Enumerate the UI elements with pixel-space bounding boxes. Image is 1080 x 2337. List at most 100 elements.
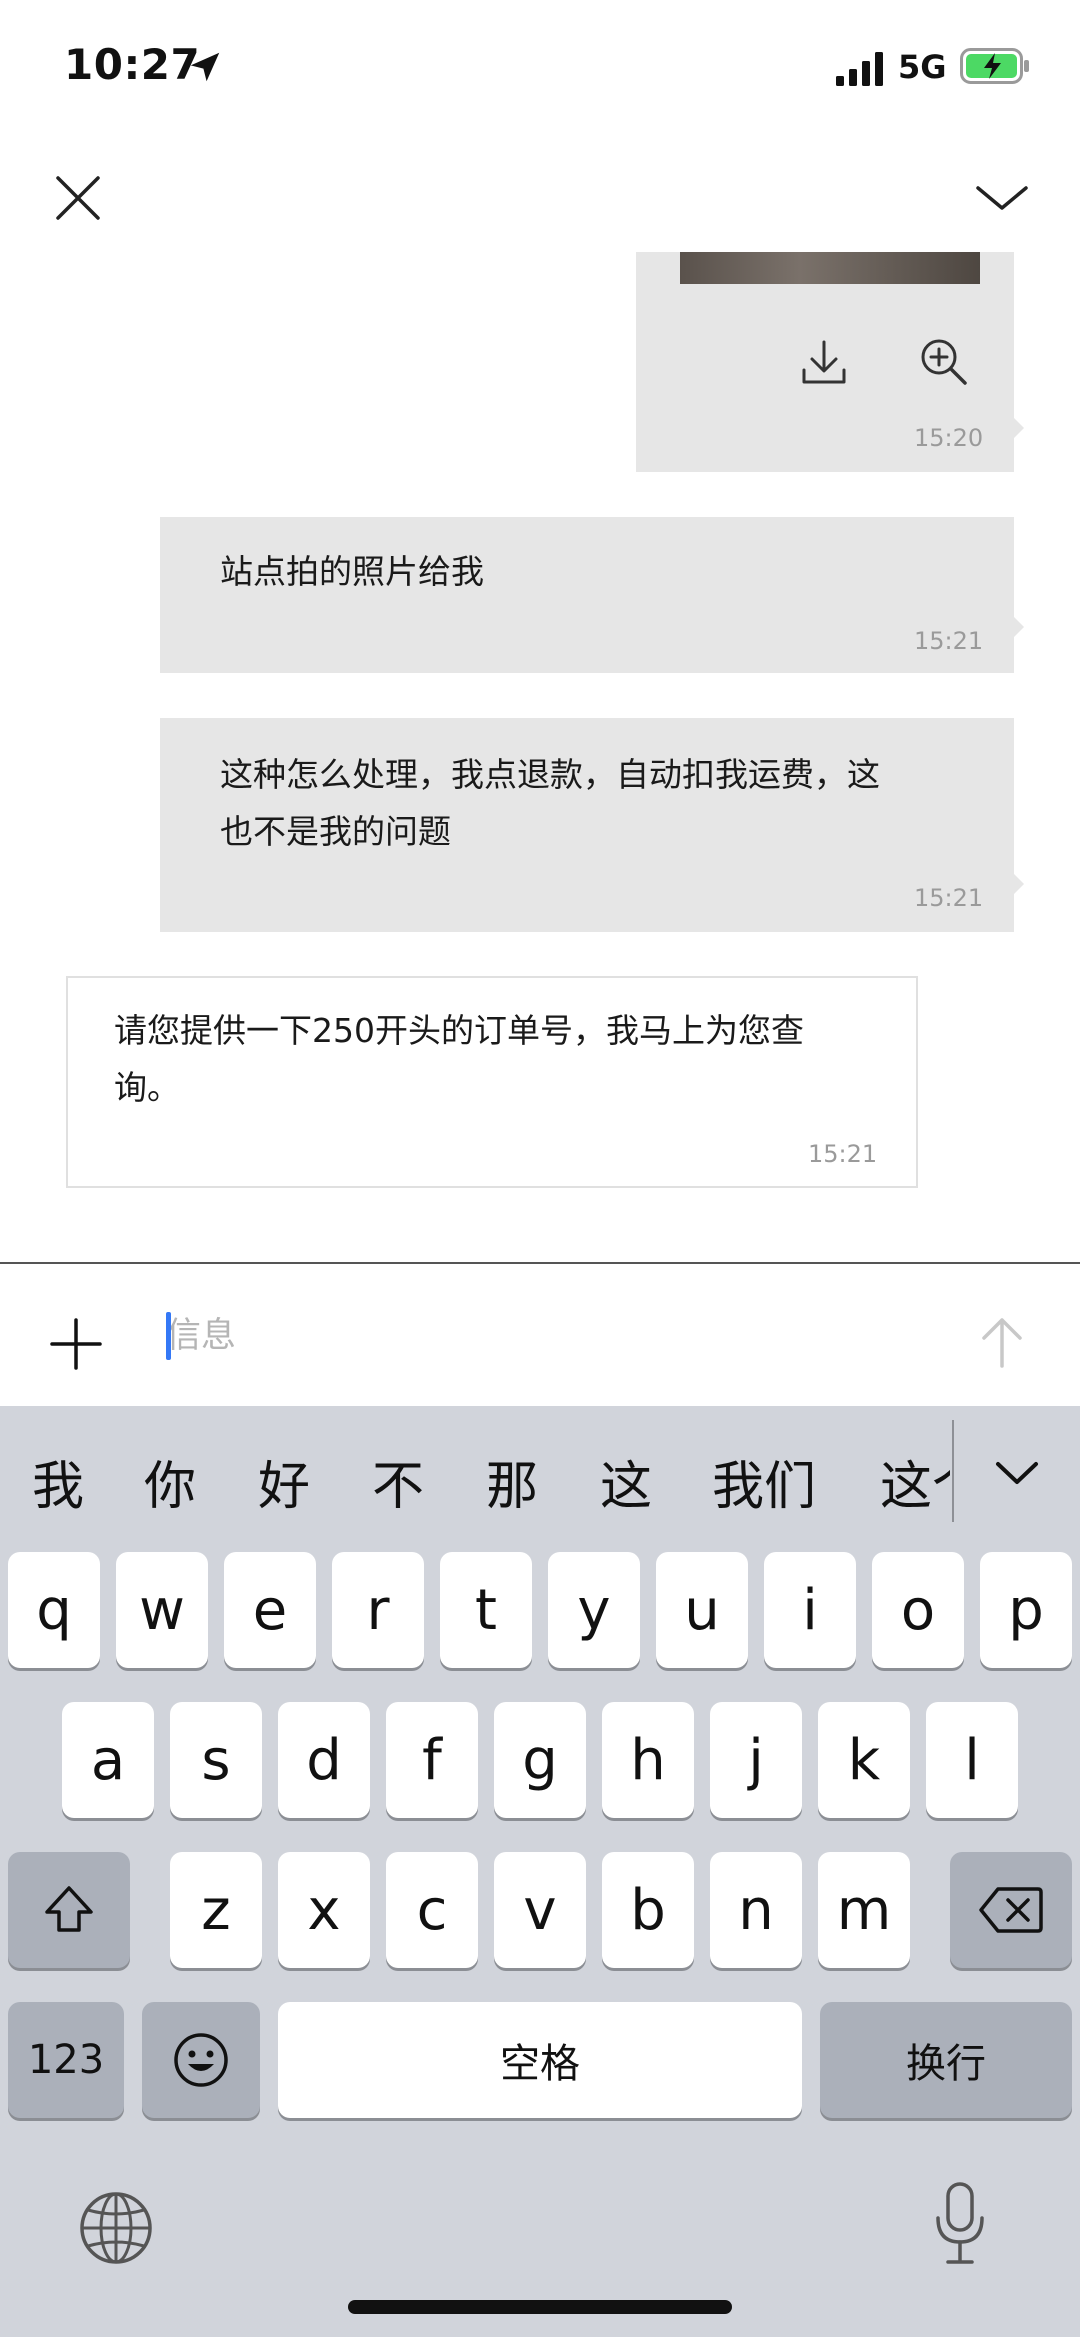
key-label: t xyxy=(475,1577,497,1643)
key-label: h xyxy=(630,1727,666,1793)
microphone-icon[interactable] xyxy=(932,2180,988,2268)
key-w[interactable]: w xyxy=(116,1552,208,1668)
key-k[interactable]: k xyxy=(818,1702,910,1818)
candidate-word[interactable]: 这 xyxy=(600,1444,652,1519)
message-text-line-1: 请您提供一下250开头的订单号，我马上为您查 xyxy=(114,1011,804,1050)
status-bar: 10:27 5G xyxy=(0,0,1080,140)
location-arrow-icon xyxy=(190,52,220,82)
agent-message-bubble[interactable]: 请您提供一下250开头的订单号，我马上为您查 询。 15:21 xyxy=(66,976,918,1188)
bubble-tail xyxy=(1014,874,1024,894)
image-thumbnail[interactable] xyxy=(680,252,980,284)
key-label: v xyxy=(523,1877,557,1943)
space-key[interactable]: 空格 xyxy=(278,2002,802,2118)
key-label: e xyxy=(252,1577,288,1643)
key-u[interactable]: u xyxy=(656,1552,748,1668)
image-message[interactable]: 15:20 xyxy=(636,252,1024,472)
key-label: o xyxy=(900,1577,936,1643)
chevron-down-icon[interactable] xyxy=(972,170,1032,226)
plus-icon[interactable] xyxy=(48,1316,104,1372)
key-f[interactable]: f xyxy=(386,1702,478,1818)
close-icon[interactable] xyxy=(50,170,106,226)
network-type: 5G xyxy=(898,48,947,86)
key-label: m xyxy=(836,1877,892,1943)
key-d[interactable]: d xyxy=(278,1702,370,1818)
key-label: j xyxy=(748,1727,764,1793)
key-x[interactable]: x xyxy=(278,1852,370,1968)
key-n[interactable]: n xyxy=(710,1852,802,1968)
download-icon[interactable] xyxy=(798,336,850,388)
bubble-tail xyxy=(1014,617,1024,637)
message-time: 15:20 xyxy=(914,424,984,452)
key-i[interactable]: i xyxy=(764,1552,856,1668)
candidate-word[interactable]: 那 xyxy=(486,1444,538,1519)
shift-icon xyxy=(45,1886,93,1932)
key-label: y xyxy=(577,1577,611,1643)
shift-key[interactable] xyxy=(8,1852,130,1968)
key-label: x xyxy=(307,1877,341,1943)
key-b[interactable]: b xyxy=(602,1852,694,1968)
key-label: z xyxy=(201,1877,231,1943)
key-v[interactable]: v xyxy=(494,1852,586,1968)
key-t[interactable]: t xyxy=(440,1552,532,1668)
key-label: 123 xyxy=(27,2037,105,2083)
key-label: r xyxy=(366,1577,390,1643)
key-label: q xyxy=(36,1577,72,1643)
key-y[interactable]: y xyxy=(548,1552,640,1668)
key-label: s xyxy=(201,1727,231,1793)
key-p[interactable]: p xyxy=(980,1552,1072,1668)
key-h[interactable]: h xyxy=(602,1702,694,1818)
message-time: 15:21 xyxy=(914,627,984,655)
key-e[interactable]: e xyxy=(224,1552,316,1668)
message-input[interactable] xyxy=(166,1304,946,1368)
numbers-key[interactable]: 123 xyxy=(8,2002,124,2118)
message-time: 15:21 xyxy=(914,884,984,912)
candidate-word[interactable]: 不 xyxy=(372,1444,424,1519)
key-label: a xyxy=(90,1727,126,1793)
chevron-down-icon[interactable] xyxy=(990,1446,1044,1500)
key-label: d xyxy=(306,1727,342,1793)
key-label: 换行 xyxy=(906,2041,986,2087)
key-label: b xyxy=(630,1877,666,1943)
message-bubble[interactable]: 这种怎么处理，我点退款，自动扣我运费，这 也不是我的问题 15:21 xyxy=(160,718,1024,932)
key-a[interactable]: a xyxy=(62,1702,154,1818)
backspace-icon xyxy=(979,1887,1043,1933)
candidate-word[interactable]: 这个 xyxy=(880,1444,950,1519)
key-c[interactable]: c xyxy=(386,1852,478,1968)
emoji-key[interactable] xyxy=(142,2002,260,2118)
key-q[interactable]: q xyxy=(8,1552,100,1668)
key-l[interactable]: l xyxy=(926,1702,1018,1818)
key-m[interactable]: m xyxy=(818,1852,910,1968)
globe-icon[interactable] xyxy=(78,2190,154,2266)
message-bubble[interactable]: 站点拍的照片给我 15:21 xyxy=(160,517,1024,673)
message-text-line-2: 也不是我的问题 xyxy=(220,812,451,851)
candidate-bar: 我 你 好 不 那 这 我们 这个 xyxy=(0,1406,1080,1546)
key-label: g xyxy=(522,1727,558,1793)
return-key[interactable]: 换行 xyxy=(820,2002,1072,2118)
key-g[interactable]: g xyxy=(494,1702,586,1818)
battery-charging-icon xyxy=(960,48,1029,84)
key-label: f xyxy=(422,1727,442,1793)
candidate-word[interactable]: 我们 xyxy=(712,1444,816,1519)
text-caret xyxy=(166,1312,171,1360)
message-text: 站点拍的照片给我 xyxy=(220,552,484,591)
bubble-tail xyxy=(1014,418,1024,438)
key-label: i xyxy=(802,1577,818,1643)
message-text-line-1: 这种怎么处理，我点退款，自动扣我运费，这 xyxy=(220,755,880,794)
key-r[interactable]: r xyxy=(332,1552,424,1668)
key-o[interactable]: o xyxy=(872,1552,964,1668)
key-s[interactable]: s xyxy=(170,1702,262,1818)
home-indicator xyxy=(348,2300,732,2314)
candidate-word[interactable]: 我 xyxy=(32,1444,84,1519)
key-z[interactable]: z xyxy=(170,1852,262,1968)
key-label: n xyxy=(738,1877,774,1943)
send-arrow-icon[interactable] xyxy=(974,1314,1030,1370)
keyboard: 我 你 好 不 那 这 我们 这个 q w e r t y u i o p a … xyxy=(0,1406,1080,2337)
zoom-in-icon[interactable] xyxy=(918,336,970,388)
candidate-word[interactable]: 你 xyxy=(144,1444,196,1519)
candidate-word[interactable]: 好 xyxy=(258,1444,310,1519)
backspace-key[interactable] xyxy=(950,1852,1072,1968)
key-j[interactable]: j xyxy=(710,1702,802,1818)
key-label: 空格 xyxy=(500,2041,580,2087)
key-label: w xyxy=(139,1577,185,1643)
emoji-icon xyxy=(174,2033,228,2087)
